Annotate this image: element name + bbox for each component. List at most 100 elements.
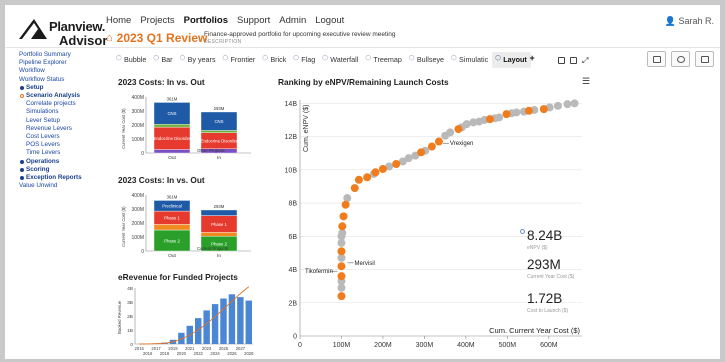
x-tick-label: 200M [374, 342, 392, 349]
expand-icon[interactable]: ⤢ [582, 57, 589, 65]
tab-bar[interactable]: ◯ Bar [150, 52, 176, 68]
sidebar-label: Exception Reports [26, 174, 82, 182]
hamburger-icon[interactable]: ☰ [582, 76, 590, 87]
info-icon[interactable] [520, 229, 525, 234]
tab-waterfall[interactable]: ◯ Waterfall [319, 52, 362, 68]
bar-segment-label: CNS [167, 111, 176, 116]
x-axis-label: Cum. Current Year Cost ($) [489, 326, 580, 335]
y-tick-label: 200M [131, 123, 144, 129]
sidebar-item-pos-levers[interactable]: POS Levers [19, 141, 103, 149]
tab-flag[interactable]: ◯ Flag [290, 52, 319, 68]
y-tick-label: 1B [127, 328, 133, 334]
sidebar-item-simulations[interactable]: Simulations [19, 108, 103, 116]
chart-title-costs-by-phase: 2023 Costs: In vs. Out [118, 175, 205, 185]
metric-cost-to-launch-value: 1.72B [527, 291, 563, 306]
portfolio-description-label: DESCRIPTION [204, 39, 242, 45]
metric-cost-to-launch-label: Cost to Launch ($) [527, 308, 569, 314]
bar-segment [200, 130, 238, 133]
tab-simulation[interactable]: ◯ Simulatic [448, 52, 492, 68]
sidebar-item-time-levers[interactable]: Time Levers [19, 149, 103, 157]
info-icon: ◯ [495, 55, 501, 61]
tab-label: Layout [503, 55, 527, 64]
sidebar-item-cost-levers[interactable]: Cost Levers [19, 133, 103, 141]
gear-icon [677, 56, 685, 63]
sidebar-section-scoring[interactable]: Scoring [19, 166, 103, 174]
funded-project-point [337, 272, 346, 281]
bar-segment [153, 224, 191, 231]
y-tick-label: 0 [141, 151, 144, 157]
bar-segment [153, 124, 191, 128]
user-menu[interactable]: 👤 Sarah R. [665, 16, 714, 27]
add-tab-button[interactable]: + [530, 50, 535, 66]
x-tick-label: 400M [457, 342, 475, 349]
tab-label: Bar [161, 55, 173, 64]
nav-portfolios[interactable]: Portfolios [184, 15, 228, 26]
nav-home[interactable]: Home [106, 15, 131, 26]
tab-brick[interactable]: ◯ Brick [259, 52, 290, 68]
sidebar-section-operations[interactable]: Operations [19, 158, 103, 166]
nav-projects[interactable]: Projects [140, 15, 174, 26]
nav-logout[interactable]: Logout [315, 15, 344, 26]
share-button[interactable] [647, 51, 666, 67]
y-tick-label: 14B [285, 101, 298, 108]
settings-button[interactable] [671, 51, 690, 67]
sidebar-section-exception-reports[interactable]: Exception Reports [19, 174, 103, 182]
tab-by-years[interactable]: ◯ By years [177, 52, 220, 68]
y-tick-label: 0 [141, 249, 144, 255]
sidebar: Portfolio Summary Pipeline Explorer Work… [19, 51, 103, 190]
y-tick-label: 400M [131, 193, 144, 199]
tab-label: Bubble [124, 55, 147, 64]
book-icon[interactable] [570, 57, 577, 64]
unfunded-project-point [570, 99, 579, 108]
sidebar-item-workflow-status[interactable]: Workflow Status [19, 76, 103, 84]
info-icon: ◯ [365, 55, 371, 61]
copy-icon[interactable] [558, 57, 565, 64]
sidebar-item-revenue-levers[interactable]: Revenue Levers [19, 125, 103, 133]
bullet-icon [20, 159, 24, 164]
point-label: Mervisil [355, 261, 375, 267]
home-icon[interactable]: ⌂ [106, 32, 113, 44]
unfunded-project-point [343, 194, 352, 203]
tab-label: Waterfall [330, 55, 359, 64]
bar-total-label: 361M [167, 194, 178, 199]
y-tick-label: 6B [288, 234, 297, 241]
sidebar-item-lever-setup[interactable]: Lever Setup [19, 117, 103, 125]
sidebar-section-setup[interactable]: Setup [19, 84, 103, 92]
x-tick-label: 2026 [227, 351, 237, 356]
unfunded-project-point [446, 128, 455, 137]
top-nav: Home Projects Portfolios Support Admin L… [106, 15, 344, 26]
y-tick-label: 300M [131, 109, 144, 115]
tab-bubble[interactable]: ◯ Bubble [113, 52, 150, 68]
funded-project-point [339, 212, 348, 221]
sidebar-section-scenario-analysis[interactable]: Scenario Analysis [19, 92, 103, 100]
info-icon: ◯ [153, 55, 159, 61]
x-tick-label: 0 [298, 342, 302, 349]
share-icon [653, 56, 661, 63]
tab-frontier[interactable]: ◯ Frontier [220, 52, 260, 68]
nav-support[interactable]: Support [237, 15, 270, 26]
tab-bullseye[interactable]: ◯ Bullseye [406, 52, 448, 68]
portfolio-name[interactable]: 2023 Q1 Review [117, 31, 208, 45]
x-tick-label: 2022 [194, 351, 204, 356]
point-label: Tikofermin [305, 269, 333, 275]
sidebar-item-correlate-projects[interactable]: Correlate projects [19, 100, 103, 108]
layout-controls: ⤢ [558, 57, 589, 65]
y-tick-label: 12B [285, 134, 298, 141]
costs-by-area-chart: 0 100M 200M 300M 400M Current Year Cost ($) En… [121, 95, 251, 161]
nav-admin[interactable]: Admin [279, 15, 306, 26]
chart-type-button[interactable] [695, 51, 714, 67]
sidebar-item-value-unwind[interactable]: Value Unwind [19, 182, 103, 190]
tab-treemap[interactable]: ◯ Treemap [362, 52, 406, 68]
bar-chart-icon [701, 56, 709, 63]
sidebar-item-portfolio-summary[interactable]: Portfolio Summary [19, 51, 103, 59]
sidebar-item-pipeline-explorer[interactable]: Pipeline Explorer [19, 59, 103, 67]
bar-segment [153, 149, 191, 154]
sidebar-item-workflow[interactable]: Workflow [19, 67, 103, 75]
tab-label: Treemap [373, 55, 402, 64]
unfunded-project-point [563, 100, 572, 109]
bar-segment-label: Phase 1 [164, 216, 180, 221]
bar-annotation: Current Projects [197, 246, 228, 251]
funded-project-point [524, 106, 533, 115]
funded-project-point [337, 292, 346, 301]
tab-layout[interactable]: ◯ Layout + [492, 52, 535, 68]
